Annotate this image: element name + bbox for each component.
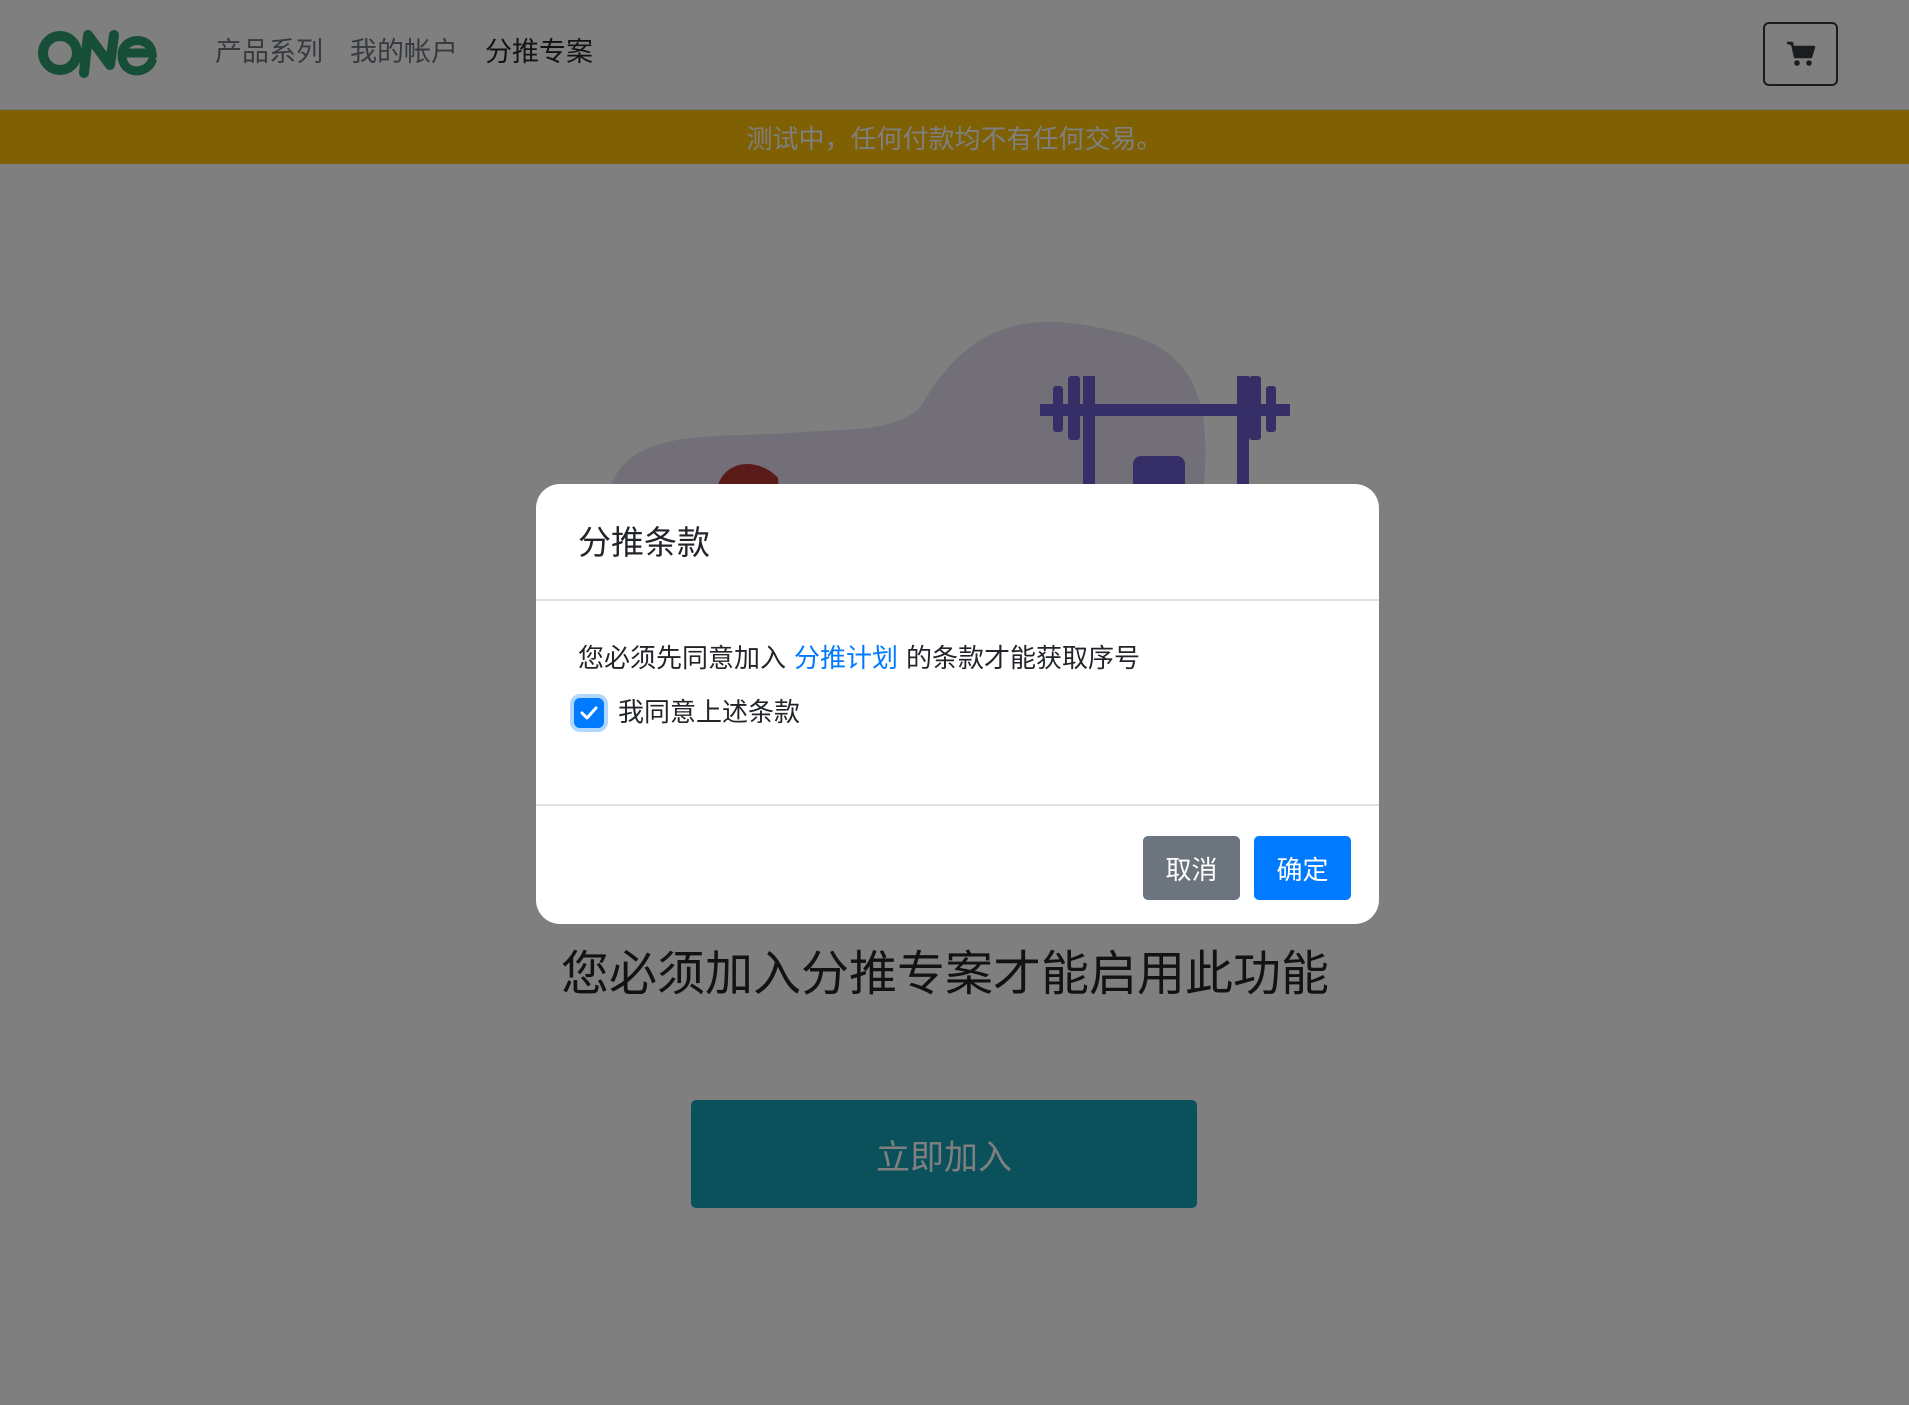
- modal-body: 您必须先同意加入 分推计划 的条款才能获取序号 我同意上述条款: [536, 601, 1379, 788]
- affiliate-plan-link[interactable]: 分推计划: [794, 644, 898, 674]
- confirm-button[interactable]: 确定: [1254, 836, 1351, 900]
- modal-header: 分推条款: [536, 484, 1379, 601]
- agree-checkbox[interactable]: [574, 698, 604, 728]
- terms-text-prefix: 您必须先同意加入: [578, 644, 787, 674]
- terms-modal: 分推条款 您必须先同意加入 分推计划 的条款才能获取序号 我同意上述条款 取消 确定: [536, 484, 1379, 924]
- checkmark-icon: [580, 706, 598, 720]
- terms-text-suffix: 的条款才能获取序号: [906, 644, 1141, 674]
- page: 产品系列 我的帐户 分推专案 测试中，任何付款均不有任何交易。 您必须加入分推专…: [0, 0, 1909, 1405]
- modal-footer: 取消 确定: [536, 804, 1379, 924]
- agree-checkbox-label[interactable]: 我同意上述条款: [618, 695, 800, 731]
- terms-text: 您必须先同意加入 分推计划 的条款才能获取序号: [578, 641, 1140, 677]
- modal-title: 分推条款: [578, 523, 710, 562]
- agree-checkbox-row[interactable]: 我同意上述条款: [574, 693, 800, 733]
- cancel-button[interactable]: 取消: [1143, 836, 1240, 900]
